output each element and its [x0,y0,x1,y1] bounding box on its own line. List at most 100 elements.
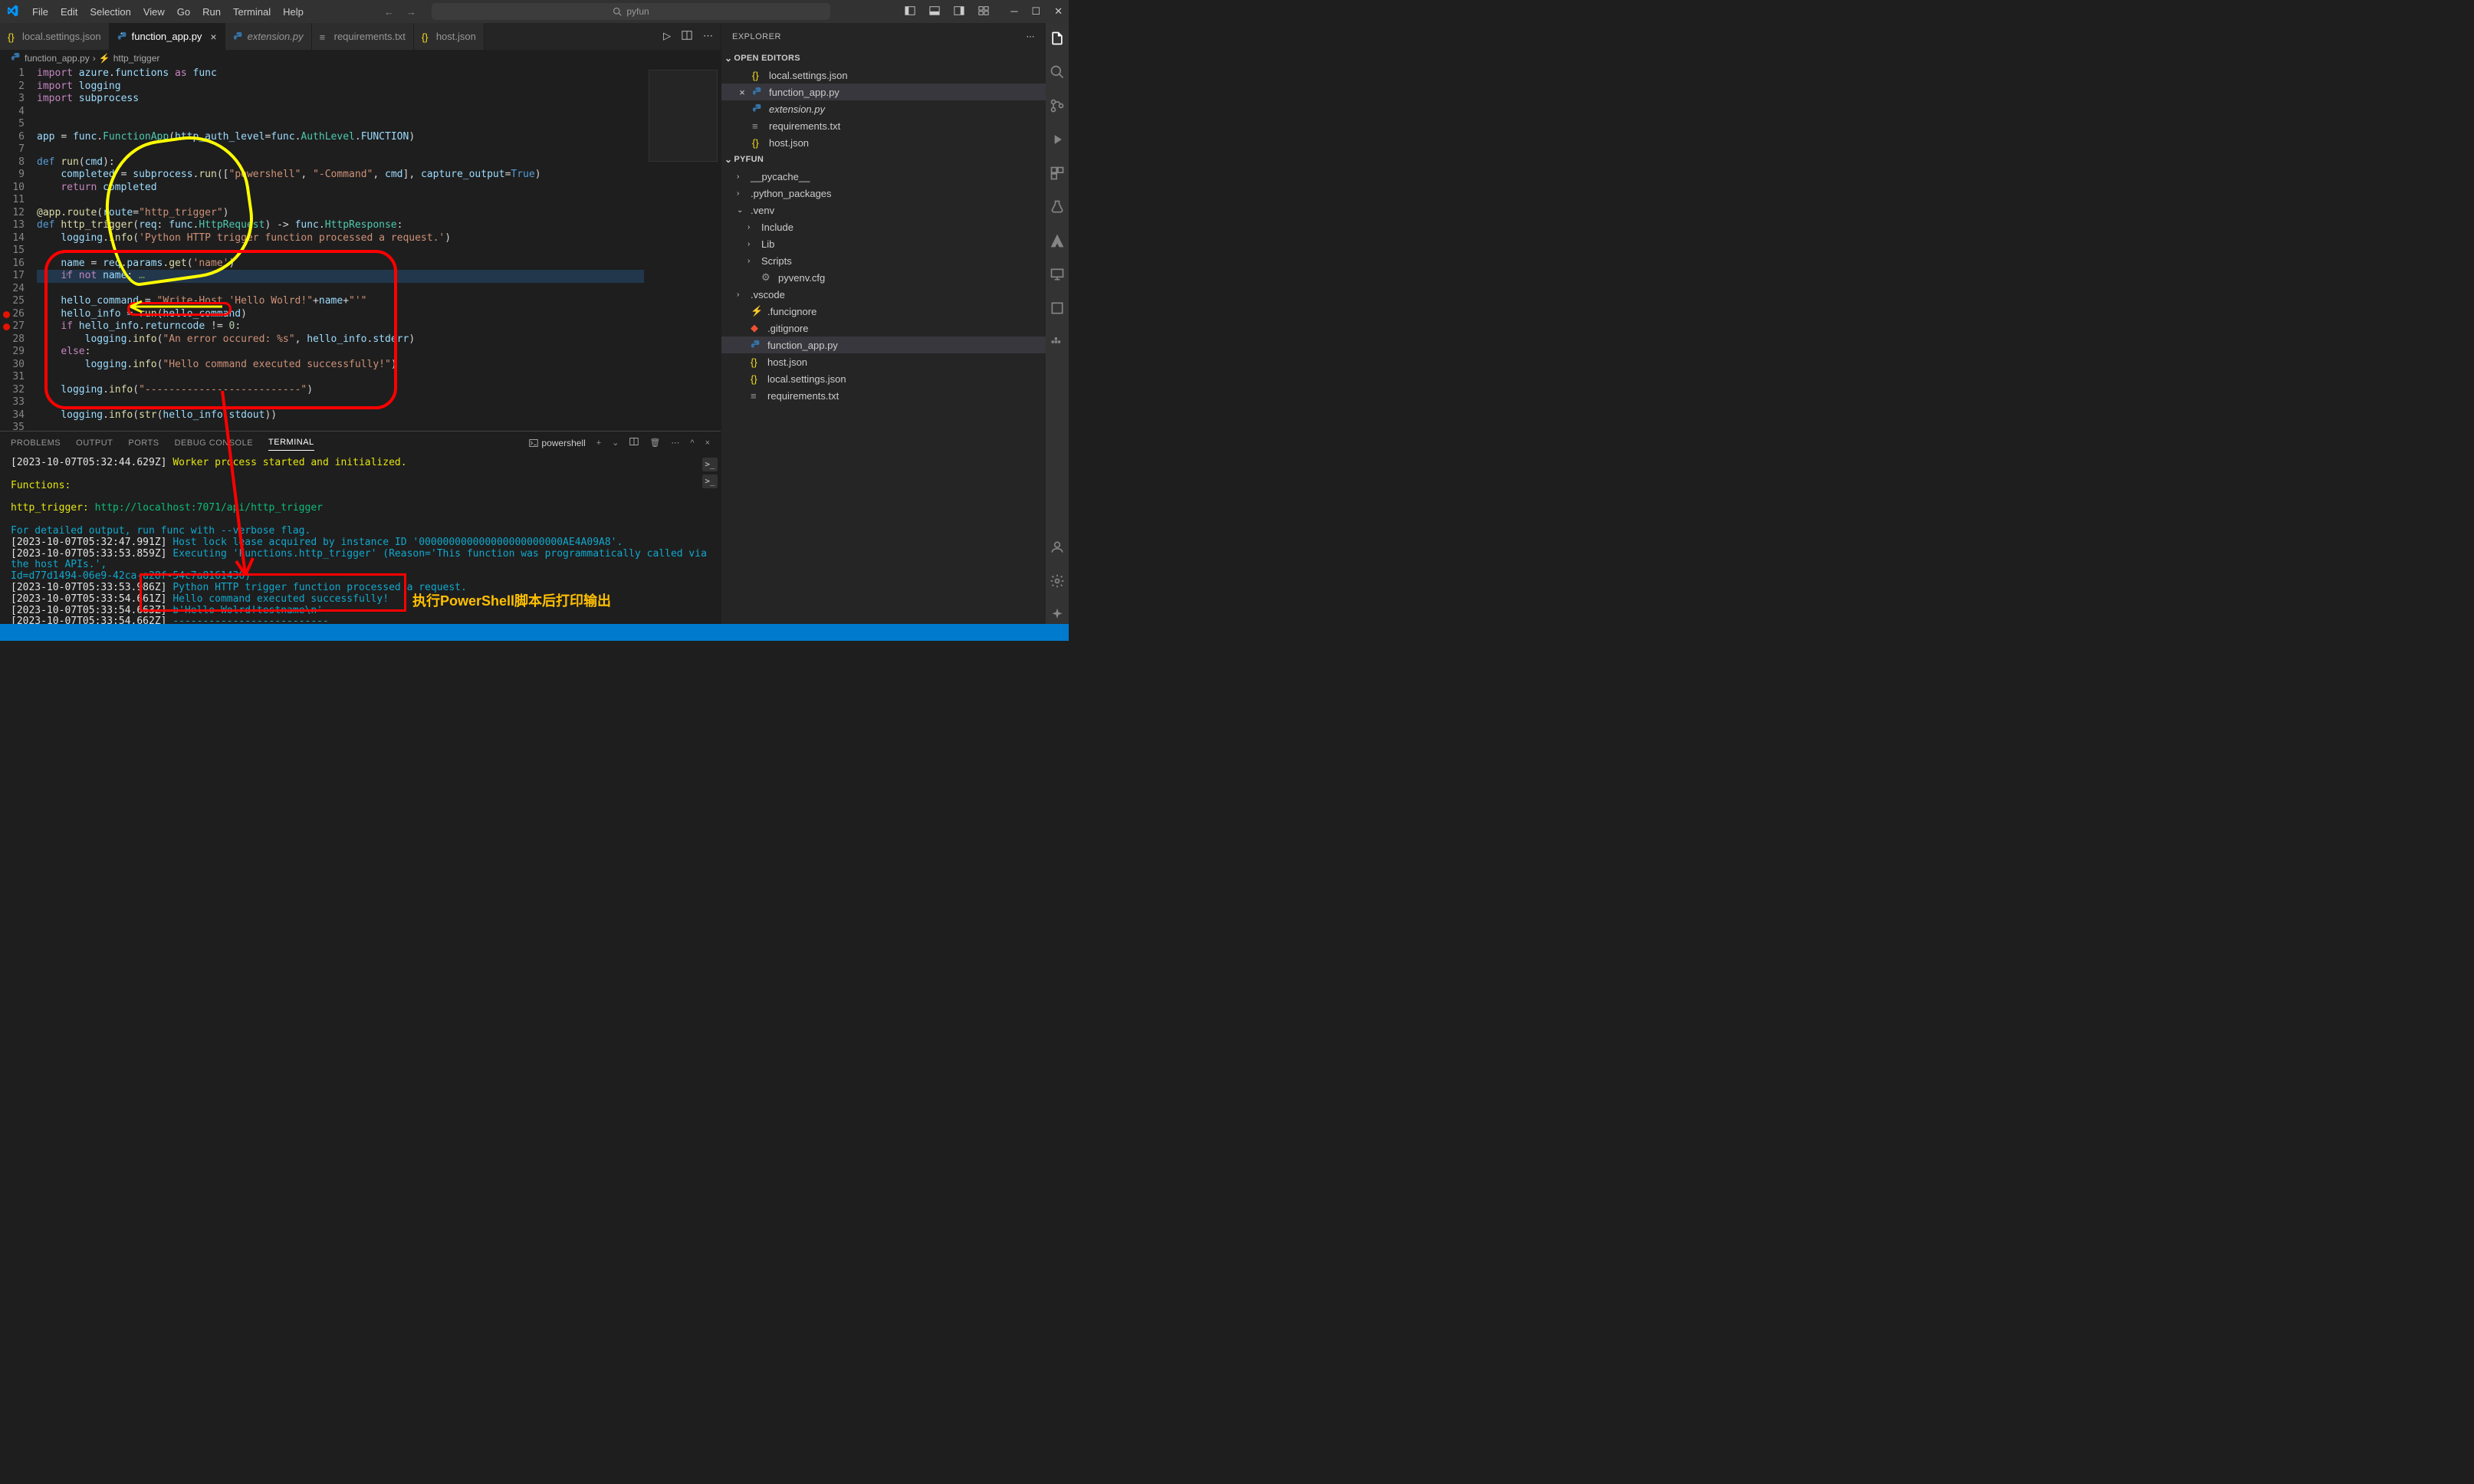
annotation-text: 执行PowerShell脚本后打印输出 [412,590,611,610]
layout-panel-bottom-icon[interactable] [929,5,940,18]
extensions-icon[interactable] [1048,164,1066,182]
tree-item[interactable]: ◆ .gitignore [721,320,1046,337]
more-icon[interactable]: ⋯ [671,438,679,448]
file-label: local.settings.json [769,70,848,81]
open-editor-item[interactable]: {} host.json [721,134,1046,151]
terminal-instance-icon[interactable]: >_ [702,474,718,488]
tab-function-app[interactable]: function_app.py × [110,23,225,50]
search-icon[interactable] [1048,63,1066,81]
tab-label: requirements.txt [334,31,406,42]
tree-item[interactable]: › Scripts [721,252,1046,269]
tab-requirements[interactable]: ≡ requirements.txt [312,23,414,50]
file-label: requirements.txt [769,120,840,132]
tab-host-json[interactable]: {} host.json [414,23,485,50]
tree-item[interactable]: › __pycache__ [721,168,1046,185]
source-control-icon[interactable] [1048,97,1066,115]
open-editor-item[interactable]: {} local.settings.json [721,67,1046,84]
file-icon: ⚡ [751,305,763,317]
menu-view[interactable]: View [137,3,171,21]
tab-label: host.json [436,31,476,42]
explorer-more-icon[interactable]: ⋯ [1027,31,1036,41]
tree-item[interactable]: {} host.json [721,353,1046,370]
terminal[interactable]: >_ >_ [2023-10-07T05:32:44.629Z] Worker … [0,455,721,624]
panel-tab-output[interactable]: OUTPUT [76,435,113,451]
tree-item[interactable]: ⚙ pyvenv.cfg [721,269,1046,286]
run-debug-icon[interactable] [1048,130,1066,149]
menu-terminal[interactable]: Terminal [227,3,277,21]
panel-tab-problems[interactable]: PROBLEMS [11,435,61,451]
chevron-right-icon: › [737,189,746,198]
code-content[interactable]: import azure.functions as funcimport log… [37,67,644,431]
panel-tab-ports[interactable]: PORTS [128,435,159,451]
menu-file[interactable]: File [26,3,54,21]
function-icon: ⚡ [99,53,110,64]
open-editor-item[interactable]: × function_app.py [721,84,1046,100]
docker-icon[interactable] [1048,333,1066,351]
layout-panel-right-icon[interactable] [954,5,964,18]
remote-icon[interactable] [1048,265,1066,284]
terminal-instance-icon[interactable]: >_ [702,458,718,471]
breadcrumb-item[interactable]: function_app.py [25,53,90,64]
tree-item[interactable]: › .python_packages [721,185,1046,202]
menu-help[interactable]: Help [277,3,310,21]
azure-icon[interactable] [1048,231,1066,250]
breadcrumb[interactable]: function_app.py › ⚡ http_trigger [0,50,721,67]
menu-run[interactable]: Run [196,3,227,21]
tree-item[interactable]: › Lib [721,235,1046,252]
minimap[interactable] [644,67,721,431]
explorer-icon[interactable] [1048,29,1066,48]
close-icon[interactable]: × [737,87,747,98]
maximize-panel-icon[interactable]: ^ [690,438,694,448]
line-gutter: 1234567891011121314151617242526272829303… [0,67,37,431]
open-editor-item[interactable]: ≡ requirements.txt [721,117,1046,134]
status-bar[interactable] [0,624,1069,641]
panel-tab-terminal[interactable]: TERMINAL [268,435,314,451]
panel-tab-debug-console[interactable]: DEBUG CONSOLE [175,435,253,451]
chevron-down-icon[interactable]: ⌄ [612,438,619,448]
layout-panel-left-icon[interactable] [905,5,915,18]
chevron-right-icon: › [737,172,746,181]
tree-item[interactable]: ⌄ .venv [721,202,1046,218]
window-maximize-icon[interactable]: ☐ [1031,5,1040,18]
window-close-icon[interactable]: ✕ [1054,5,1063,18]
tree-item[interactable]: function_app.py [721,337,1046,353]
tree-item[interactable]: › Include [721,218,1046,235]
tree-item[interactable]: {} local.settings.json [721,370,1046,387]
nav-forward-icon[interactable]: → [406,6,416,18]
explorer-title: EXPLORER [732,32,781,41]
nav-back-icon[interactable]: ← [384,6,394,18]
code-editor[interactable]: 1234567891011121314151617242526272829303… [0,67,721,431]
tree-item[interactable]: ≡ requirements.txt [721,387,1046,404]
breadcrumb-item[interactable]: http_trigger [113,53,160,64]
tree-label: .funcignore [767,306,816,317]
open-editor-item[interactable]: extension.py [721,100,1046,117]
tab-close-icon[interactable]: × [210,31,216,43]
tree-item[interactable]: › .vscode [721,286,1046,303]
close-panel-icon[interactable]: × [705,438,710,448]
section-workspace[interactable]: ⌄ PYFUN [721,151,1046,168]
run-icon[interactable]: ▷ [663,30,671,43]
split-editor-icon[interactable] [682,30,692,43]
tab-extension[interactable]: extension.py [225,23,312,50]
tree-item[interactable]: ⚡ .funcignore [721,303,1046,320]
tab-local-settings[interactable]: {} local.settings.json [0,23,110,50]
testing-icon[interactable] [1048,198,1066,216]
section-open-editors[interactable]: ⌄ OPEN EDITORS [721,50,1046,67]
command-center-search[interactable]: pyfun [432,3,830,20]
menu-selection[interactable]: Selection [84,3,136,21]
new-terminal-icon[interactable]: + [596,438,601,448]
more-actions-icon[interactable]: ⋯ [703,30,713,43]
terminal-type[interactable]: powershell [529,438,585,448]
tree-label: pyvenv.cfg [778,272,825,284]
accounts-icon[interactable] [1048,538,1066,556]
settings-icon[interactable] [1048,572,1066,590]
menu-go[interactable]: Go [171,3,196,21]
layout-customize-icon[interactable] [978,5,989,18]
menu-edit[interactable]: Edit [54,3,84,21]
split-terminal-icon[interactable] [629,437,639,448]
kill-terminal-icon[interactable]: 🗑 [649,438,660,448]
window-minimize-icon[interactable]: ─ [1010,5,1017,18]
vscode-logo-icon [6,5,26,19]
sparkle-icon[interactable] [1048,606,1066,624]
office-icon[interactable] [1048,299,1066,317]
